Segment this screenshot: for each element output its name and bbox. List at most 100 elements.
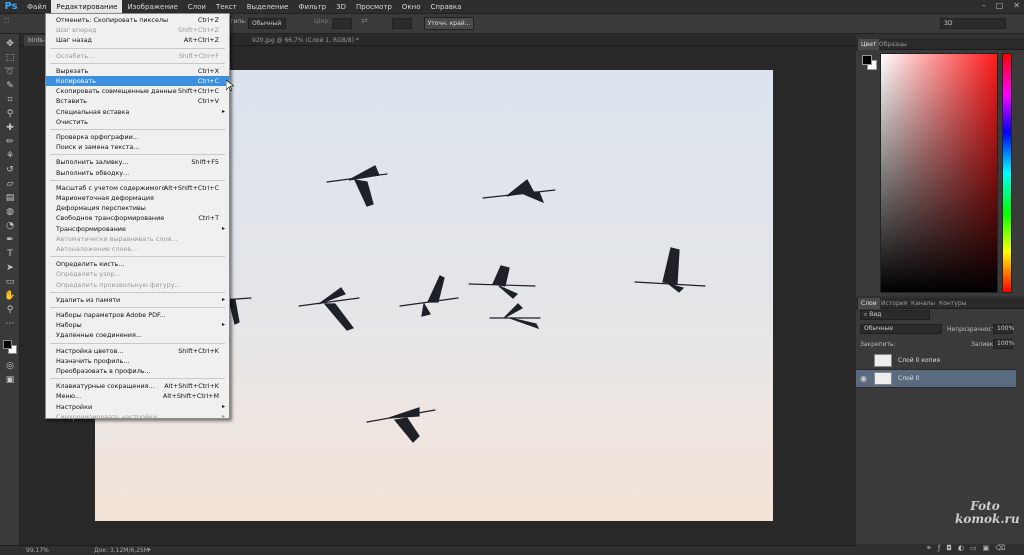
workspace-select[interactable]: 3D [940, 18, 1006, 29]
edit-menu-item[interactable]: Выполнить заливку... Shift+F5 [46, 157, 229, 167]
path-select-tool-icon[interactable]: ➤ [3, 262, 17, 274]
mask-icon[interactable]: ◘ [946, 544, 952, 555]
healing-tool-icon[interactable]: ✚ [3, 122, 17, 134]
crop-tool-icon[interactable]: ⌗ [3, 94, 17, 106]
menu-item[interactable]: 3D [331, 0, 351, 14]
lasso-tool-icon[interactable]: ➰ [3, 66, 17, 78]
menu-item[interactable]: Текст [211, 0, 242, 14]
edit-menu-item[interactable]: Шаг назад Alt+Ctrl+Z [46, 35, 229, 45]
layer-row-copy[interactable]: Слой 0 копия [856, 352, 1016, 370]
minimize-button[interactable]: – [982, 1, 986, 10]
opacity-input[interactable]: 100% [993, 324, 1014, 334]
marquee-tool-icon[interactable]: ⬚ [4, 17, 10, 24]
blend-mode-select[interactable]: Обычные [860, 324, 942, 334]
hand-tool-icon[interactable]: ✋ [3, 290, 17, 302]
swap-icon[interactable]: ⇄ [361, 16, 368, 25]
bird [468, 265, 536, 299]
document-tab-active[interactable]: 920.jpg @ 66,7% (Слой 1, RGB/8) * [248, 35, 363, 46]
tab-history[interactable]: История [878, 298, 910, 309]
menu-item-label: Выполнить заливку... [56, 158, 129, 167]
brush-tool-icon[interactable]: ✏ [3, 136, 17, 148]
edit-menu-item[interactable]: Масштаб с учетом содержимого Alt+Shift+Ct… [46, 183, 229, 193]
edit-menu-item[interactable]: Копировать Ctrl+C [46, 76, 229, 86]
edit-menu-item[interactable]: Настройки ▸ [46, 402, 229, 412]
foreground-color-swatch[interactable] [3, 340, 12, 349]
layer-row-base[interactable]: ◉ Слой 0 [856, 370, 1016, 388]
edit-menu-item[interactable]: Удаленные соединения... [46, 330, 229, 340]
marquee-tool-icon[interactable]: ⬚ [3, 52, 17, 64]
menu-item-label: Наборы [56, 321, 82, 330]
edit-menu-item[interactable]: Поиск и замена текста... [46, 142, 229, 152]
tab-paths[interactable]: Контуры [936, 298, 969, 309]
edit-menu-item[interactable]: Свободное трансформирование Ctrl+T [46, 213, 229, 223]
menu-item[interactable]: Файл [22, 0, 51, 14]
refine-edge-button[interactable]: Уточн. край... [424, 17, 474, 30]
edit-menu-item[interactable]: Клавиатурные сокращения... Alt+Shift+Ctrl… [46, 381, 229, 391]
menu-item[interactable]: Слои [183, 0, 211, 14]
tab-channels[interactable]: Каналы [908, 298, 938, 309]
move-tool-icon[interactable]: ✥ [3, 38, 17, 50]
menu-item[interactable]: Выделение [242, 0, 294, 14]
menu-item[interactable]: Изображение [122, 0, 182, 14]
menu-item[interactable]: Просмотр [351, 0, 397, 14]
watermark: Foto komok.ru [955, 499, 1020, 526]
quick-mask-icon[interactable]: ◎ [3, 360, 17, 372]
more-tools-icon[interactable]: ⋯ [3, 318, 17, 330]
foreground-color-swatch[interactable] [862, 55, 872, 65]
maximize-button[interactable]: □ [996, 1, 1004, 10]
screen-mode-icon[interactable]: ▣ [3, 374, 17, 386]
tab-layers[interactable]: Слои [858, 298, 880, 309]
menu-separator [50, 291, 225, 293]
height-input[interactable] [392, 18, 412, 29]
edit-menu-item[interactable]: Выполнить обводку... [46, 168, 229, 178]
edit-menu-item[interactable]: Скопировать совмещенные данные Shift+Ctrl… [46, 86, 229, 96]
hue-slider[interactable] [1002, 53, 1012, 293]
layer-name: Слой 0 копия [898, 357, 940, 364]
type-tool-icon[interactable]: T [3, 248, 17, 260]
edit-menu-item[interactable]: Меню... Alt+Shift+Ctrl+M [46, 391, 229, 401]
color-picker-field[interactable] [880, 53, 998, 293]
eyedropper-tool-icon[interactable]: ⚲ [3, 108, 17, 120]
menu-item[interactable]: Справка [426, 0, 467, 14]
menu-item[interactable]: Окно [397, 0, 426, 14]
quick-select-tool-icon[interactable]: ✎ [3, 80, 17, 92]
edit-menu-item[interactable]: Вырезать Ctrl+X [46, 66, 229, 76]
history-brush-icon[interactable]: ↺ [3, 164, 17, 176]
zoom-tool-icon[interactable]: ⚲ [3, 304, 17, 316]
pen-tool-icon[interactable]: ✒ [3, 234, 17, 246]
edit-menu-item[interactable]: Трансформирование ▸ [46, 224, 229, 234]
edit-menu-item[interactable]: Специальная вставка ▸ [46, 107, 229, 117]
edit-menu-item[interactable]: Наборы параметров Adobe PDF... [46, 310, 229, 320]
edit-menu-item[interactable]: Вставить Ctrl+V [46, 96, 229, 106]
edit-menu-item[interactable]: Деформация перспективы [46, 203, 229, 213]
zoom-level[interactable]: 99,17% [26, 547, 49, 554]
fill-input[interactable]: 100% [993, 339, 1014, 349]
fx-icon[interactable]: ƒ [938, 544, 940, 555]
eye-icon[interactable]: ◉ [860, 374, 867, 383]
link-layers-icon[interactable]: ⚭ [926, 544, 932, 555]
shape-tool-icon[interactable]: ▭ [3, 276, 17, 288]
edit-menu-item[interactable]: Удалить из памяти ▸ [46, 295, 229, 305]
edit-menu-item[interactable]: Наборы ▸ [46, 320, 229, 330]
edit-menu-item[interactable]: Настройка цветов... Shift+Ctrl+K [46, 346, 229, 356]
tab-swatches[interactable]: Образцы [876, 39, 910, 50]
layer-kind-filter[interactable]: ⌕ Вид [860, 310, 930, 320]
width-input[interactable] [332, 18, 352, 29]
edit-menu-item[interactable]: Проверка орфографии... [46, 132, 229, 142]
edit-menu-item[interactable]: Назначить профиль... [46, 356, 229, 366]
blur-tool-icon[interactable]: ◍ [3, 206, 17, 218]
edit-menu-item[interactable]: Определить кисть... [46, 259, 229, 269]
menu-item[interactable]: Редактирование [51, 0, 123, 14]
edit-menu-item[interactable]: Преобразовать в профиль... [46, 366, 229, 376]
status-menu-arrow-icon[interactable]: ▸ [148, 546, 151, 553]
gradient-tool-icon[interactable]: ▤ [3, 192, 17, 204]
eraser-tool-icon[interactable]: ▱ [3, 178, 17, 190]
style-select[interactable]: Обычный [248, 18, 286, 29]
edit-menu-item[interactable]: Марионеточная деформация [46, 193, 229, 203]
edit-menu-item[interactable]: Очистить [46, 117, 229, 127]
menu-item[interactable]: Фильтр [293, 0, 331, 14]
dodge-tool-icon[interactable]: ◔ [3, 220, 17, 232]
edit-menu-item[interactable]: Отменить: Скопировать пикселы Ctrl+Z [46, 15, 229, 25]
close-button[interactable]: ✕ [1013, 1, 1020, 10]
stamp-tool-icon[interactable]: ⚘ [3, 150, 17, 162]
